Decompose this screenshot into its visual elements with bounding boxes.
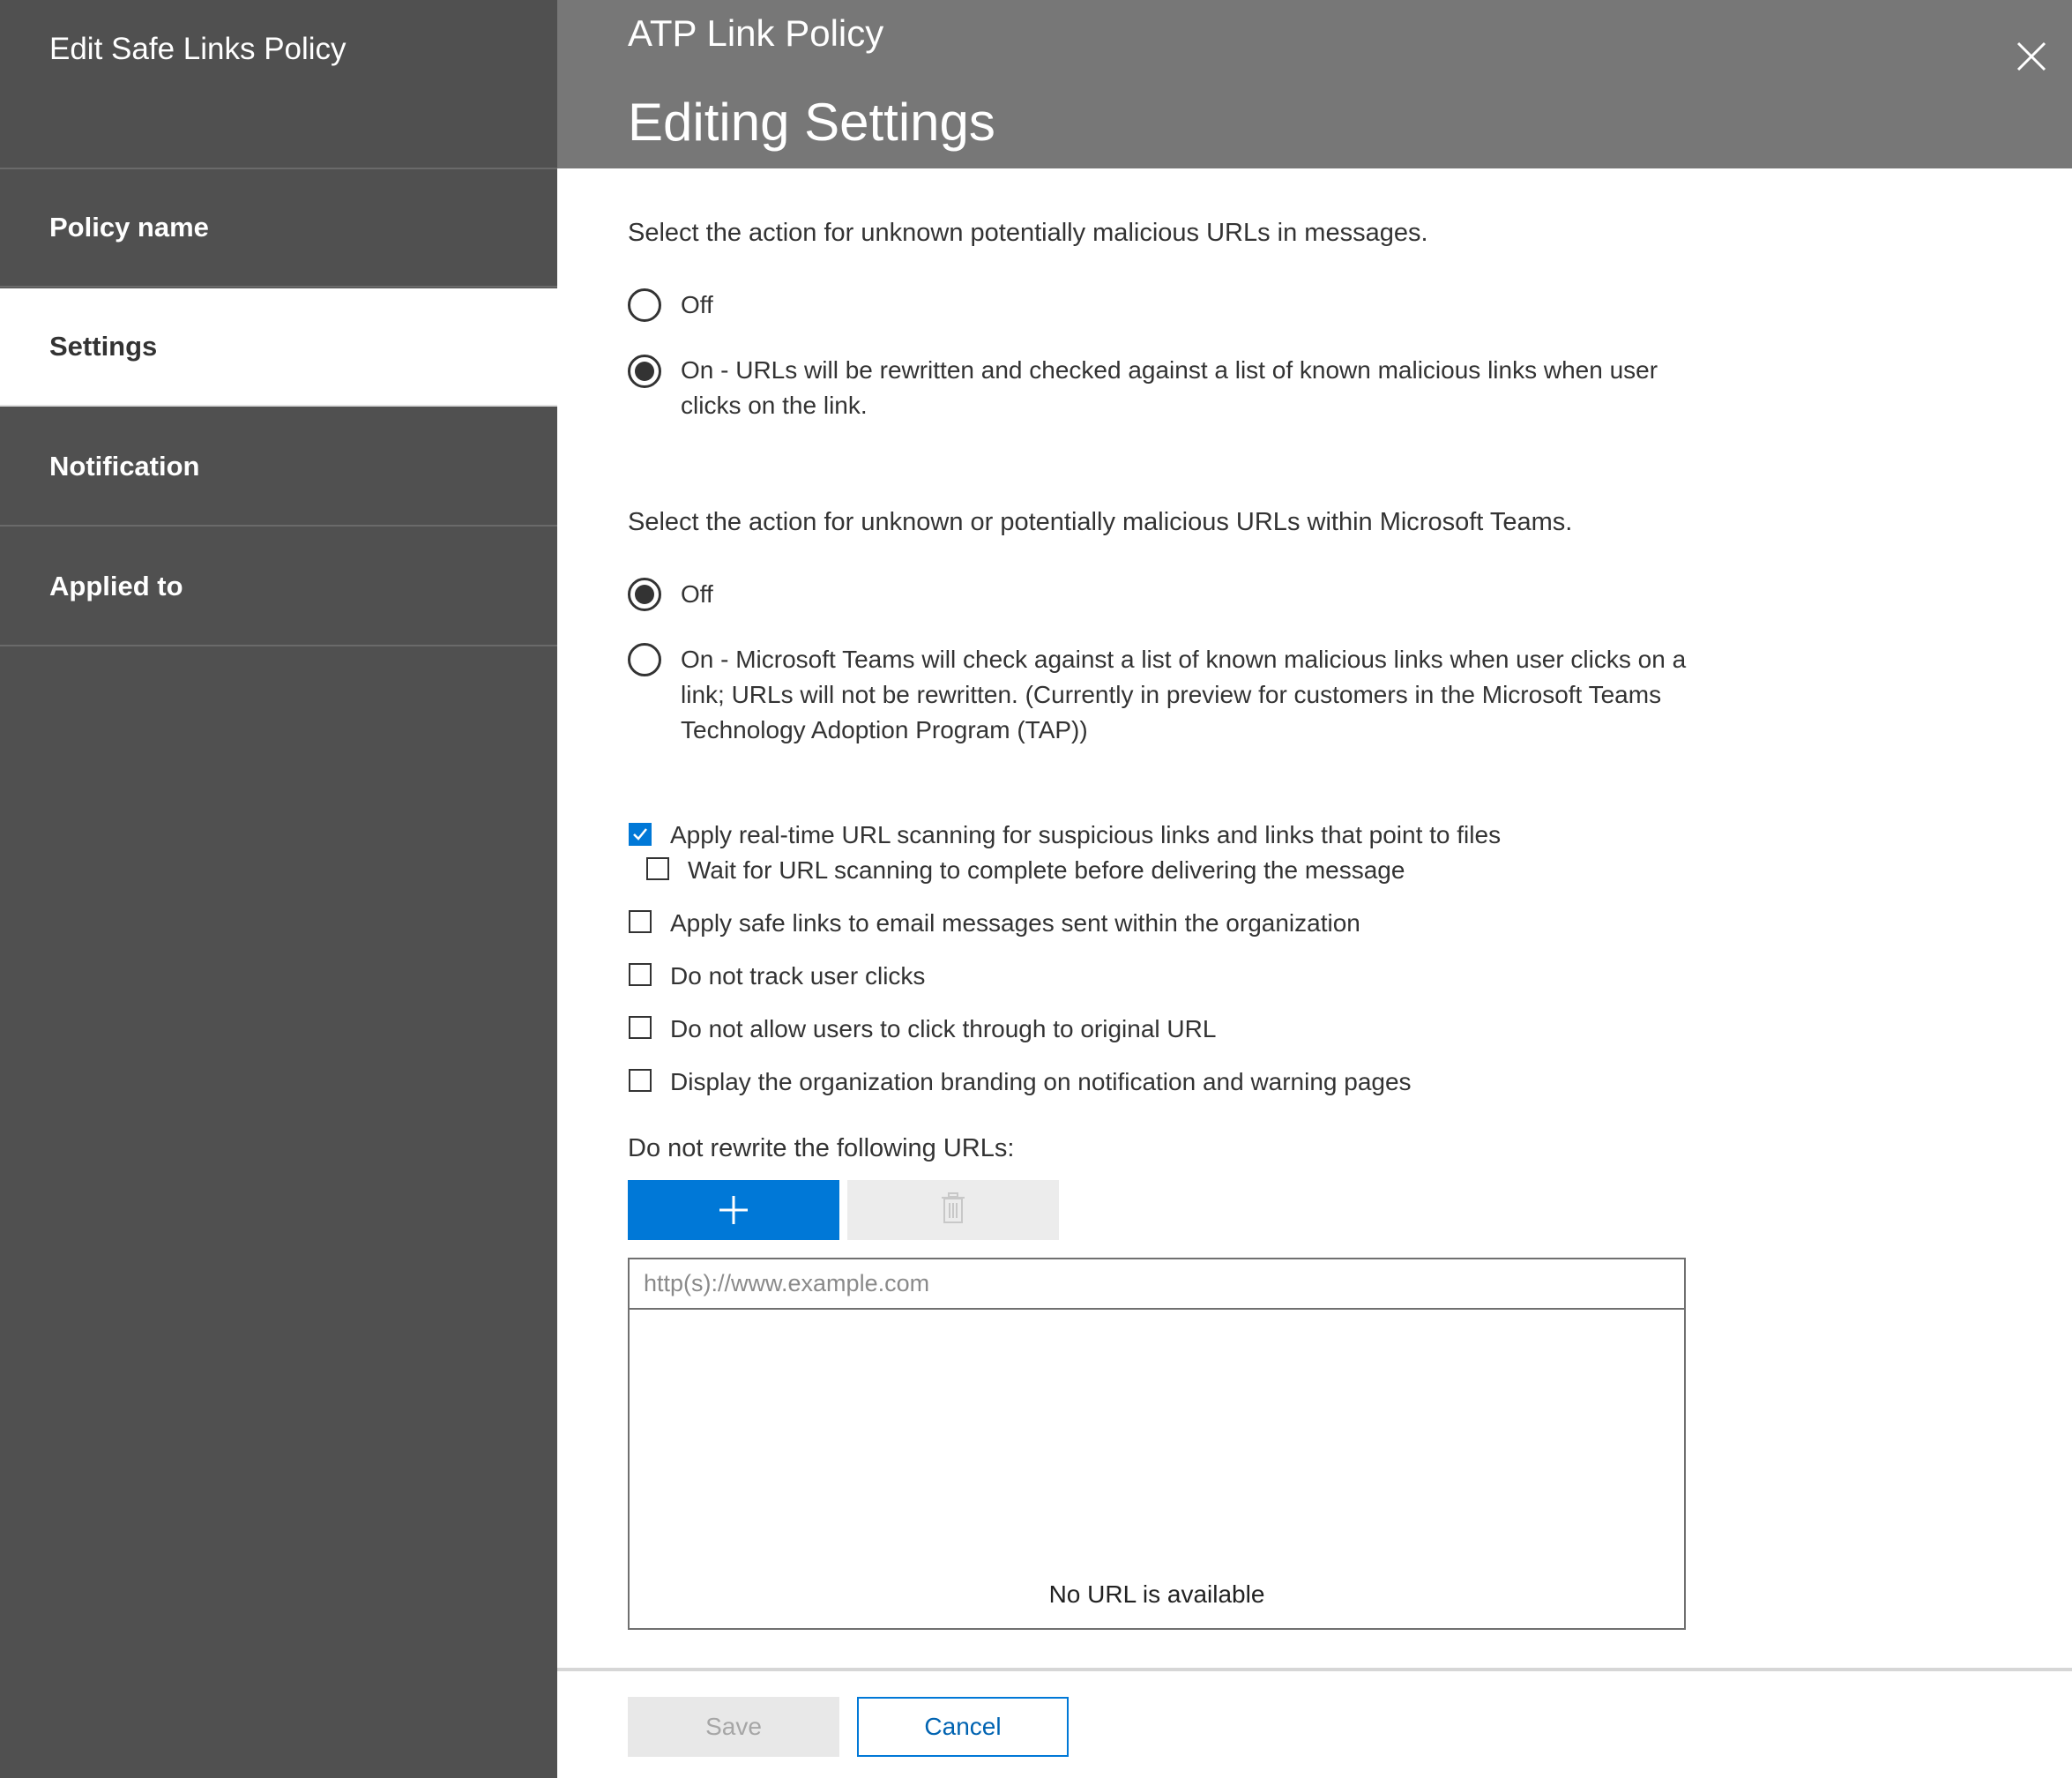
page-title: Editing Settings <box>628 93 995 152</box>
plus-icon <box>719 1196 748 1224</box>
sidebar: Edit Safe Links Policy Policy name Setti… <box>0 0 557 1778</box>
policy-title: ATP Link Policy <box>628 12 884 54</box>
messages-section-label: Select the action for unknown potentiall… <box>628 219 1428 247</box>
internal-messages-checkbox[interactable] <box>629 910 652 933</box>
url-input[interactable] <box>628 1258 1686 1309</box>
click-through-checkbox[interactable] <box>629 1016 652 1039</box>
close-button[interactable] <box>2014 39 2049 74</box>
sidebar-item-applied-to[interactable]: Applied to <box>0 528 557 646</box>
cancel-button[interactable]: Cancel <box>857 1697 1069 1757</box>
wait-scan-label: Wait for URL scanning to complete before… <box>688 856 1405 884</box>
save-button[interactable]: Save <box>628 1697 839 1757</box>
sidebar-item-settings[interactable]: Settings <box>0 288 557 407</box>
panel-header: ATP Link Policy Editing Settings <box>557 0 2072 168</box>
track-clicks-checkbox[interactable] <box>629 963 652 986</box>
add-url-button[interactable] <box>628 1180 839 1240</box>
footer-divider <box>557 1668 2072 1671</box>
sidebar-title: Edit Safe Links Policy <box>49 32 347 66</box>
track-clicks-label: Do not track user clicks <box>670 962 926 990</box>
trash-icon <box>942 1192 965 1223</box>
click-through-label: Do not allow users to click through to o… <box>670 1015 1217 1042</box>
messages-off-label: Off <box>681 291 713 318</box>
sidebar-item-label: Policy name <box>49 212 209 243</box>
messages-on-radio[interactable] <box>628 355 661 388</box>
sidebar-item-notification[interactable]: Notification <box>0 408 557 527</box>
sidebar-item-policy-name[interactable]: Policy name <box>0 169 557 288</box>
branding-checkbox[interactable] <box>629 1069 652 1092</box>
url-list-empty-text: No URL is available <box>1048 1580 1265 1608</box>
branding-label: Display the organization branding on not… <box>670 1068 1412 1095</box>
internal-messages-label: Apply safe links to email messages sent … <box>670 909 1360 937</box>
wait-scan-checkbox[interactable] <box>646 857 669 880</box>
realtime-scan-checkbox[interactable] <box>629 823 652 846</box>
teams-on-radio[interactable] <box>628 643 661 676</box>
delete-url-button[interactable] <box>847 1180 1059 1240</box>
sidebar-item-label: Notification <box>49 451 200 482</box>
url-list[interactable]: No URL is available <box>628 1309 1686 1630</box>
close-icon <box>2016 41 2046 71</box>
realtime-scan-label: Apply real-time URL scanning for suspici… <box>670 821 1502 848</box>
teams-off-label: Off <box>681 580 713 608</box>
sidebar-item-label: Applied to <box>49 571 183 601</box>
teams-on-label: On - Microsoft Teams will check against … <box>681 646 1687 743</box>
messages-on-label: On - URLs will be rewritten and checked … <box>681 356 1658 419</box>
checkmark-icon <box>633 828 647 840</box>
teams-off-radio[interactable] <box>628 578 661 611</box>
messages-off-radio[interactable] <box>628 288 661 322</box>
urls-section-label: Do not rewrite the following URLs: <box>628 1134 1015 1162</box>
sidebar-item-label: Settings <box>49 331 158 362</box>
teams-section-label: Select the action for unknown or potenti… <box>628 508 1573 536</box>
